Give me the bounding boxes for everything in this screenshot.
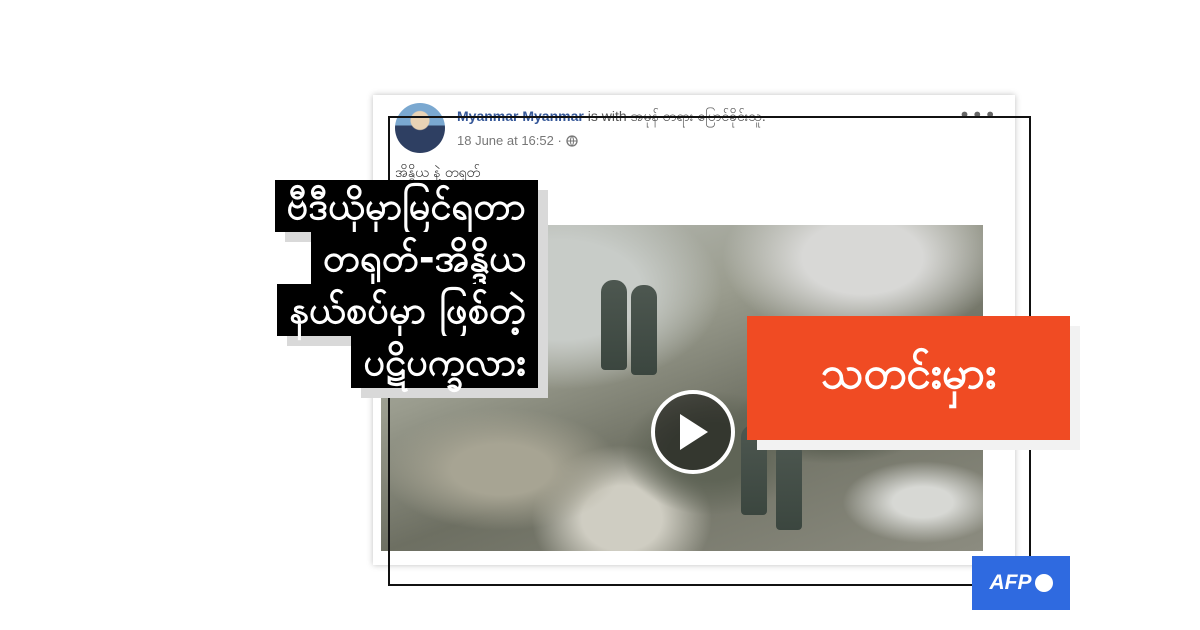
- post-header: Myanmar Myanmar is with အမုန် တရား ပြောင…: [395, 103, 1005, 163]
- afp-dot-icon: [1034, 574, 1053, 592]
- play-button[interactable]: [651, 390, 735, 474]
- poster-line: Myanmar Myanmar is with အမုန် တရား ပြောင…: [457, 107, 766, 128]
- headline: ဗီဒီယိုမှာမြင်ရတာ တရုတ်-အိန္ဒိယ နယ်စပ်မှ…: [274, 180, 538, 388]
- tagged-user[interactable]: အမုန် တရား ပြောင်ခိုင်းသူ.: [631, 108, 766, 124]
- verdict-badge: သတင်းမှား: [747, 316, 1070, 440]
- globe-icon: [566, 134, 578, 147]
- headline-line: တရုတ်-အိန္ဒိယ: [311, 232, 538, 284]
- play-icon: [680, 414, 708, 450]
- headline-line: ပဋိပက္ခလား: [351, 336, 538, 388]
- video-figure: [631, 285, 657, 375]
- post-timestamp[interactable]: 18 June at 16:52 ·: [457, 133, 562, 148]
- headline-line: ဗီဒီယိုမှာမြင်ရတာ: [274, 180, 538, 232]
- post-meta: 18 June at 16:52 ·: [457, 133, 578, 148]
- afp-logo-text: AFP: [989, 571, 1032, 594]
- poster-name[interactable]: Myanmar Myanmar: [457, 108, 584, 124]
- headline-line: နယ်စပ်မှာ ဖြစ်တဲ့: [277, 284, 538, 336]
- poster-avatar[interactable]: [395, 103, 445, 153]
- afp-logo: AFP: [972, 556, 1070, 610]
- ellipsis-icon[interactable]: •••: [959, 103, 997, 127]
- video-figure: [776, 440, 802, 530]
- video-figure: [601, 280, 627, 370]
- with-text: is with: [587, 108, 627, 124]
